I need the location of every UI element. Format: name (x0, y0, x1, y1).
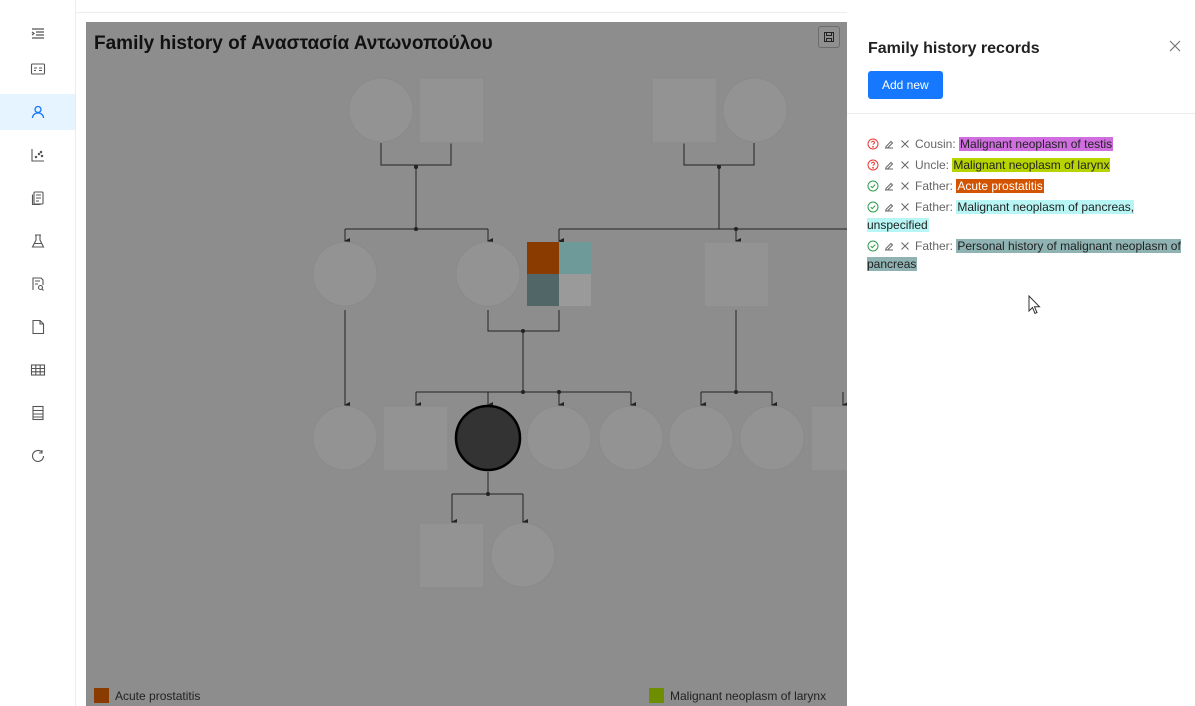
check-circle-icon[interactable] (867, 240, 879, 252)
left-sidebar (0, 0, 76, 706)
edit-icon[interactable] (883, 138, 895, 150)
legend-swatch (649, 688, 664, 703)
delete-icon[interactable] (899, 159, 911, 171)
father-node (527, 242, 591, 306)
record-item: Uncle: Malignant neoplasm of larynx (867, 156, 1185, 174)
delete-icon[interactable] (899, 240, 911, 252)
check-circle-icon[interactable] (867, 201, 879, 213)
record-item: Father: Acute prostatitis (867, 177, 1185, 195)
drawer-title: Family history records (868, 40, 1040, 57)
save-button[interactable] (818, 26, 840, 48)
user-icon[interactable] (0, 94, 75, 130)
proband-node (454, 404, 522, 472)
legend-label: Malignant neoplasm of larynx (670, 688, 827, 703)
table-icon[interactable] (0, 352, 75, 388)
delete-icon[interactable] (899, 138, 911, 150)
delete-icon[interactable] (899, 201, 911, 213)
dot-chart-icon[interactable] (0, 137, 75, 173)
save-icon (824, 32, 834, 42)
edit-icon[interactable] (883, 201, 895, 213)
family-history-drawer: Family history records Add new Cousin: M… (847, 12, 1195, 706)
report-icon[interactable] (0, 395, 75, 431)
question-circle-icon[interactable] (867, 138, 879, 150)
record-item: Father: Malignant neoplasm of pancreas, … (867, 198, 1185, 234)
record-item: Father: Personal history of malignant ne… (867, 237, 1185, 273)
edit-icon[interactable] (883, 240, 895, 252)
record-relation: Father: (915, 179, 954, 193)
id-card-icon[interactable] (0, 51, 75, 87)
file-icon[interactable] (0, 309, 75, 345)
legend-label: Acute prostatitis (115, 688, 201, 703)
flask-icon[interactable] (0, 223, 75, 259)
pedigree-tree (312, 77, 847, 589)
edit-icon[interactable] (883, 180, 895, 192)
pedigree-chart: Family history of Αναστασία Αντωνοπούλου… (86, 22, 847, 706)
question-circle-icon[interactable] (867, 159, 879, 171)
record-item: Cousin: Malignant neoplasm of testis (867, 135, 1185, 153)
file-search-icon[interactable] (0, 266, 75, 302)
close-icon[interactable] (1167, 38, 1183, 54)
record-relation: Father: (915, 200, 954, 214)
record-condition: Acute prostatitis (956, 179, 1044, 193)
record-condition: Malignant neoplasm of larynx (952, 158, 1111, 172)
records-list: Cousin: Malignant neoplasm of testis Uncl… (867, 135, 1185, 276)
page-title: Family history of Αναστασία Αντωνοπούλου (94, 33, 493, 54)
record-relation: Cousin: (915, 137, 956, 151)
record-condition: Malignant neoplasm of testis (959, 137, 1114, 151)
record-relation: Father: (915, 239, 954, 253)
drawer-divider (847, 113, 1195, 114)
history-icon[interactable] (0, 438, 75, 474)
legend-swatch (94, 688, 109, 703)
record-relation: Uncle: (915, 158, 950, 172)
legend-item: Malignant neoplasm of larynx (649, 688, 826, 703)
add-new-button[interactable]: Add new (868, 71, 943, 99)
menu-collapse-icon[interactable] (0, 16, 75, 52)
edit-icon[interactable] (883, 159, 895, 171)
mouse-pointer-icon (1028, 295, 1041, 315)
legend-item: Acute prostatitis (94, 688, 200, 703)
check-circle-icon[interactable] (867, 180, 879, 192)
delete-icon[interactable] (899, 180, 911, 192)
copy-docs-icon[interactable] (0, 180, 75, 216)
